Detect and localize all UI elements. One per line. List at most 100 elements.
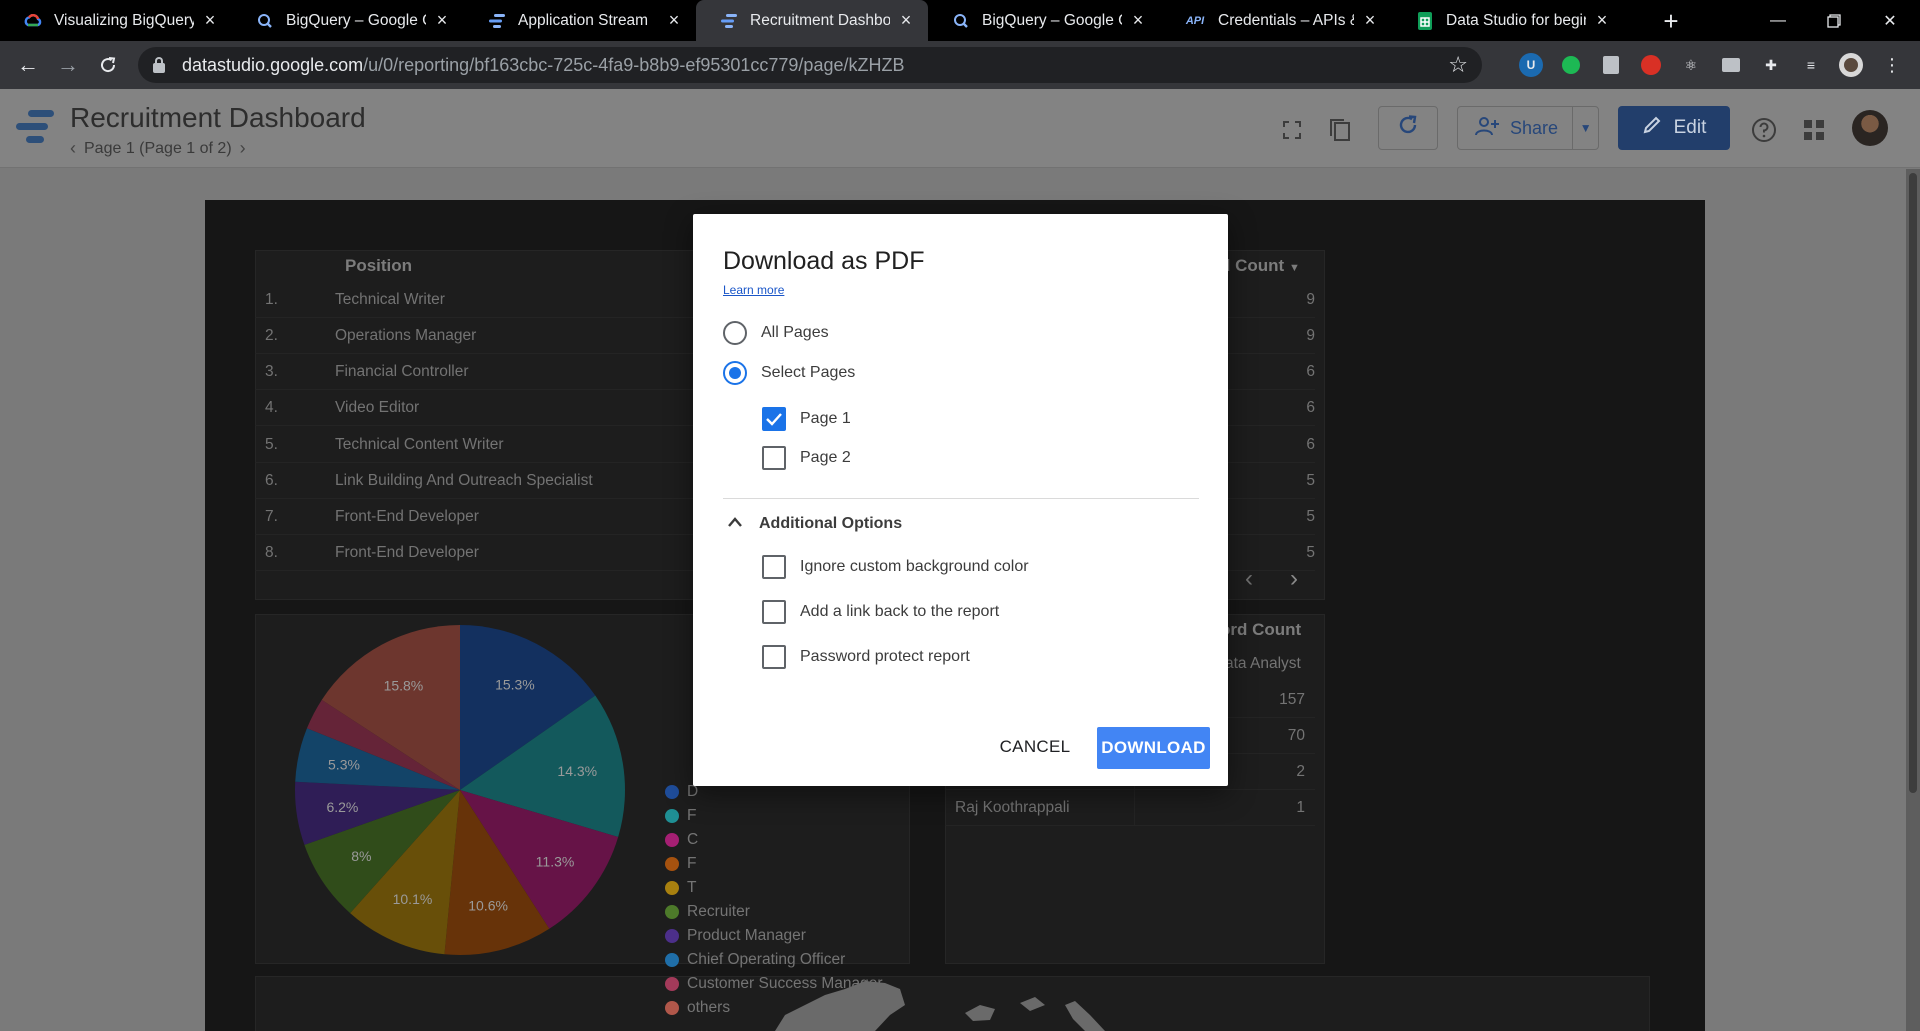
close-icon[interactable]: × — [200, 10, 220, 31]
browser-tab[interactable]: API Credentials – APIs & Se × — [1160, 0, 1392, 41]
all-pages-option[interactable]: All Pages — [723, 321, 829, 345]
close-icon[interactable]: × — [1128, 10, 1148, 31]
extension-react-icon[interactable]: ⚛ — [1679, 53, 1703, 77]
browser-tab[interactable]: Data Studio for beginn × — [1392, 0, 1624, 41]
legend-item[interactable]: Recruiter — [665, 900, 883, 924]
page-scrollbar[interactable] — [1906, 169, 1920, 1031]
legend-label: F — [687, 807, 697, 824]
legend-item[interactable]: F — [665, 804, 883, 828]
dialog-title: Download as PDF — [723, 247, 925, 275]
table-row[interactable]: Raj Koothrappali 1 — [945, 790, 1315, 826]
browser-tab[interactable]: Visualizing BigQuery da × — [0, 0, 232, 41]
ignore-bg-option[interactable]: Ignore custom background color — [762, 555, 1029, 579]
extension-clipboard-icon[interactable] — [1599, 53, 1623, 77]
google-cloud-icon — [24, 12, 42, 30]
help-icon[interactable] — [1746, 112, 1782, 148]
close-icon[interactable]: × — [432, 10, 452, 31]
share-dropdown-icon[interactable]: ▼ — [1572, 107, 1598, 149]
legend-swatch — [665, 929, 679, 943]
browser-menu-icon[interactable]: ⋮ — [1880, 53, 1904, 77]
page-1-checkbox[interactable] — [762, 407, 786, 431]
learn-more-link[interactable]: Learn more — [723, 283, 784, 297]
minimize-icon[interactable]: — — [1750, 0, 1806, 41]
extension-folder-icon[interactable] — [1719, 53, 1743, 77]
legend-item[interactable]: C — [665, 828, 883, 852]
page-2-checkbox[interactable] — [762, 446, 786, 470]
table-header-count[interactable]: d Count ▼ — [1220, 256, 1300, 276]
legend-item[interactable]: T — [665, 876, 883, 900]
legend-item[interactable]: Chief Operating Officer — [665, 948, 883, 972]
add-person-icon — [1474, 116, 1500, 141]
profile-avatar-icon[interactable] — [1839, 53, 1863, 77]
forward-icon[interactable]: → — [50, 47, 86, 83]
close-icon[interactable]: × — [1592, 10, 1612, 31]
tab-title: Recruitment Dashboar — [750, 11, 890, 29]
pie-chart[interactable]: 15.3% 14.3% 11.3% 10.6% 10.1% 8% 6.2% 5.3% 15.8% — [290, 620, 630, 960]
legend-label: F — [687, 855, 697, 872]
browser-toolbar: ← → datastudio.google.com/u/0/reporting/… — [0, 41, 1920, 89]
edit-button[interactable]: Edit — [1618, 106, 1730, 150]
refresh-button[interactable] — [1378, 106, 1438, 150]
browser-tab-active[interactable]: Recruitment Dashboar × — [696, 0, 928, 41]
data-studio-icon — [720, 12, 738, 30]
legend-item[interactable]: Product Manager — [665, 924, 883, 948]
lock-icon — [152, 57, 166, 73]
link-back-checkbox[interactable] — [762, 600, 786, 624]
close-icon[interactable]: × — [1360, 10, 1380, 31]
bookmark-star-icon[interactable]: ☆ — [1448, 52, 1468, 78]
previous-page-icon[interactable]: ‹ — [70, 138, 76, 159]
extensions-puzzle-icon[interactable]: ✚ — [1759, 53, 1783, 77]
new-tab-icon[interactable]: + — [1656, 6, 1686, 36]
reading-list-icon[interactable]: ≡ — [1799, 53, 1823, 77]
url-path: /u/0/reporting/bf163cbc-725c-4fa9-b8b9-e… — [363, 54, 905, 75]
report-title[interactable]: Recruitment Dashboard — [70, 102, 366, 134]
download-button[interactable]: DOWNLOAD — [1097, 727, 1210, 769]
geo-map[interactable] — [775, 975, 1115, 1031]
back-icon[interactable]: ← — [10, 47, 46, 83]
apps-grid-icon[interactable] — [1796, 112, 1832, 148]
legend-swatch — [665, 833, 679, 847]
close-icon[interactable]: × — [896, 10, 916, 31]
select-pages-radio[interactable] — [723, 361, 747, 385]
row-index: 5. — [265, 435, 278, 453]
reload-icon[interactable] — [90, 47, 126, 83]
extension-red-icon[interactable] — [1639, 53, 1663, 77]
browser-tab[interactable]: Application Stream × — [464, 0, 696, 41]
account-avatar[interactable] — [1852, 110, 1888, 146]
link-back-option[interactable]: Add a link back to the report — [762, 600, 999, 624]
data-studio-logo[interactable] — [16, 110, 54, 146]
browser-tab[interactable]: BigQuery – Google Clo × — [928, 0, 1160, 41]
password-option[interactable]: Password protect report — [762, 645, 970, 669]
legend-swatch — [665, 809, 679, 823]
link-back-label: Add a link back to the report — [800, 603, 1000, 620]
password-checkbox[interactable] — [762, 645, 786, 669]
cancel-button[interactable]: CANCEL — [994, 727, 1076, 767]
table-prev-page-icon[interactable]: ‹ — [1245, 565, 1253, 593]
extension-u-icon[interactable]: U — [1519, 53, 1543, 77]
all-pages-radio[interactable] — [723, 321, 747, 345]
window-close-icon[interactable]: ✕ — [1862, 0, 1918, 41]
page-1-option[interactable]: Page 1 — [762, 407, 851, 431]
dialog-divider — [723, 498, 1199, 499]
table-header-position[interactable]: Position — [345, 256, 412, 276]
share-button[interactable]: Share ▼ — [1457, 106, 1599, 150]
extension-green-icon[interactable] — [1559, 53, 1583, 77]
fullscreen-icon[interactable] — [1274, 112, 1310, 148]
legend-swatch — [665, 1001, 679, 1015]
restore-icon[interactable] — [1806, 0, 1862, 41]
ignore-bg-checkbox[interactable] — [762, 555, 786, 579]
copy-report-icon[interactable] — [1322, 112, 1358, 148]
record-count-subheader: ata Analyst — [1225, 655, 1301, 672]
next-page-icon[interactable]: › — [240, 138, 246, 159]
address-bar[interactable]: datastudio.google.com/u/0/reporting/bf16… — [138, 47, 1482, 83]
refresh-icon — [1396, 113, 1420, 144]
legend-item[interactable]: F — [665, 852, 883, 876]
scrollbar-thumb[interactable] — [1909, 173, 1917, 793]
additional-options-toggle[interactable]: Additional Options — [727, 515, 902, 533]
browser-tab[interactable]: BigQuery – Google Clo × — [232, 0, 464, 41]
select-pages-option[interactable]: Select Pages — [723, 361, 855, 385]
close-icon[interactable]: × — [664, 10, 684, 31]
page-2-option[interactable]: Page 2 — [762, 446, 851, 470]
page-indicator[interactable]: Page 1 (Page 1 of 2) — [84, 140, 232, 158]
table-next-page-icon[interactable]: › — [1290, 565, 1298, 593]
